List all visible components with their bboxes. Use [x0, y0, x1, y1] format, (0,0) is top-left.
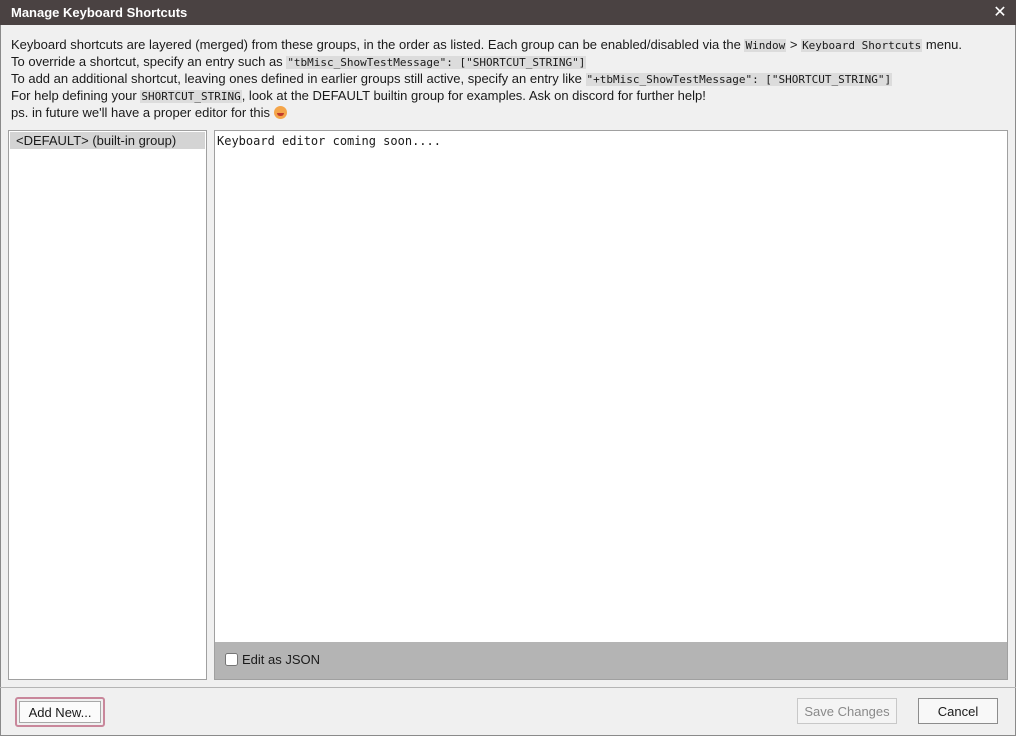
help-line-1: Keyboard shortcuts are layered (merged) …: [11, 36, 1006, 53]
help-text-segment: ps. in future we'll have a proper editor…: [11, 105, 274, 120]
help-text: Keyboard shortcuts are layered (merged) …: [11, 36, 1006, 121]
help-text-segment: For help defining your: [11, 88, 141, 103]
help-text-segment: To override a shortcut, specify an entry…: [11, 54, 287, 69]
save-changes-button[interactable]: Save Changes: [797, 698, 897, 724]
help-text-segment: To add an additional shortcut, leaving o…: [11, 71, 586, 86]
help-text-segment: , look at the DEFAULT builtin group for …: [241, 88, 706, 103]
code-override-example: "tbMisc_ShowTestMessage": ["SHORTCUT_STR…: [286, 56, 587, 69]
title-bar: Manage Keyboard Shortcuts ✕: [0, 0, 1016, 25]
editor-panel: Keyboard editor coming soon.... Edit as …: [214, 130, 1008, 680]
help-line-2: To override a shortcut, specify an entry…: [11, 53, 1006, 70]
code-window: Window: [744, 39, 787, 52]
divider: [0, 687, 1016, 688]
edit-as-json-option[interactable]: Edit as JSON: [225, 652, 320, 667]
close-icon[interactable]: ✕: [990, 1, 1010, 23]
edit-as-json-checkbox[interactable]: [225, 653, 238, 666]
code-shortcut-string: SHORTCUT_STRING: [140, 90, 242, 103]
edit-as-json-label: Edit as JSON: [242, 652, 321, 667]
help-text-segment: >: [786, 37, 802, 52]
help-text-segment: menu.: [922, 37, 963, 52]
help-line-4: For help defining your SHORTCUT_STRING, …: [11, 87, 1006, 104]
smiling-face-emoji-icon: [273, 106, 287, 119]
help-line-3: To add an additional shortcut, leaving o…: [11, 70, 1006, 87]
add-new-button-label: Add New...: [19, 701, 101, 723]
shortcut-editor[interactable]: Keyboard editor coming soon....: [215, 131, 1007, 642]
code-add-example: "+tbMisc_ShowTestMessage": ["SHORTCUT_ST…: [585, 73, 893, 86]
group-list-item-default[interactable]: <DEFAULT> (built-in group): [10, 132, 205, 149]
help-line-5: ps. in future we'll have a proper editor…: [11, 104, 1006, 121]
cancel-button[interactable]: Cancel: [918, 698, 998, 724]
add-new-button[interactable]: Add New...: [15, 697, 105, 727]
window-title: Manage Keyboard Shortcuts: [11, 5, 188, 20]
editor-footer: Edit as JSON: [215, 642, 1007, 679]
help-text-segment: Keyboard shortcuts are layered (merged) …: [11, 37, 745, 52]
code-keyboard-shortcuts: Keyboard Shortcuts: [801, 39, 923, 52]
group-list[interactable]: <DEFAULT> (built-in group): [8, 130, 207, 680]
